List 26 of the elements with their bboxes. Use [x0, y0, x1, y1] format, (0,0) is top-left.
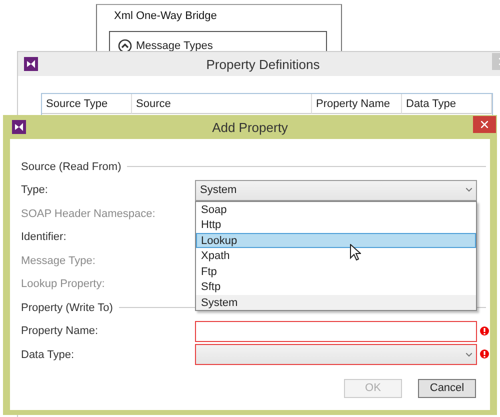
- dialog-button[interactable]: Cancel: [418, 378, 476, 398]
- field-label: Data Type:: [21, 348, 75, 361]
- dropdown[interactable]: System: [195, 180, 477, 201]
- field-label: Message Type:: [21, 254, 96, 267]
- field-label: Property Name:: [21, 325, 100, 338]
- dropdown-option[interactable]: Sftp: [196, 279, 476, 295]
- column-header[interactable]: Source Type: [42, 94, 132, 114]
- dropdown-option[interactable]: Xpath: [196, 248, 476, 264]
- column-header[interactable]: Property Name: [312, 94, 402, 114]
- dropdown-option[interactable]: System: [196, 294, 476, 310]
- field-label: SOAP Header Namespace:: [21, 208, 156, 220]
- window-title: Property Definitions: [206, 56, 320, 72]
- group-label: Message Types: [136, 39, 213, 53]
- section-heading: Property (Write To): [21, 302, 113, 314]
- field-label: Lookup Property:: [21, 278, 106, 290]
- field-label: Identifier:: [21, 231, 68, 244]
- section-heading: Source (Read From): [21, 160, 122, 173]
- window-title: Xml One-Way Bridge: [114, 10, 217, 22]
- dropdown-option[interactable]: Soap: [196, 202, 476, 218]
- column-header[interactable]: Data Type: [402, 94, 492, 114]
- dropdown-option[interactable]: Http: [196, 217, 476, 233]
- dropdown-option[interactable]: Ftp: [196, 264, 476, 280]
- dropdown-option[interactable]: Lookup: [196, 232, 476, 248]
- column-header[interactable]: Source: [132, 94, 312, 114]
- window-title: Add Property: [212, 120, 288, 134]
- field-label: Type:: [21, 184, 49, 196]
